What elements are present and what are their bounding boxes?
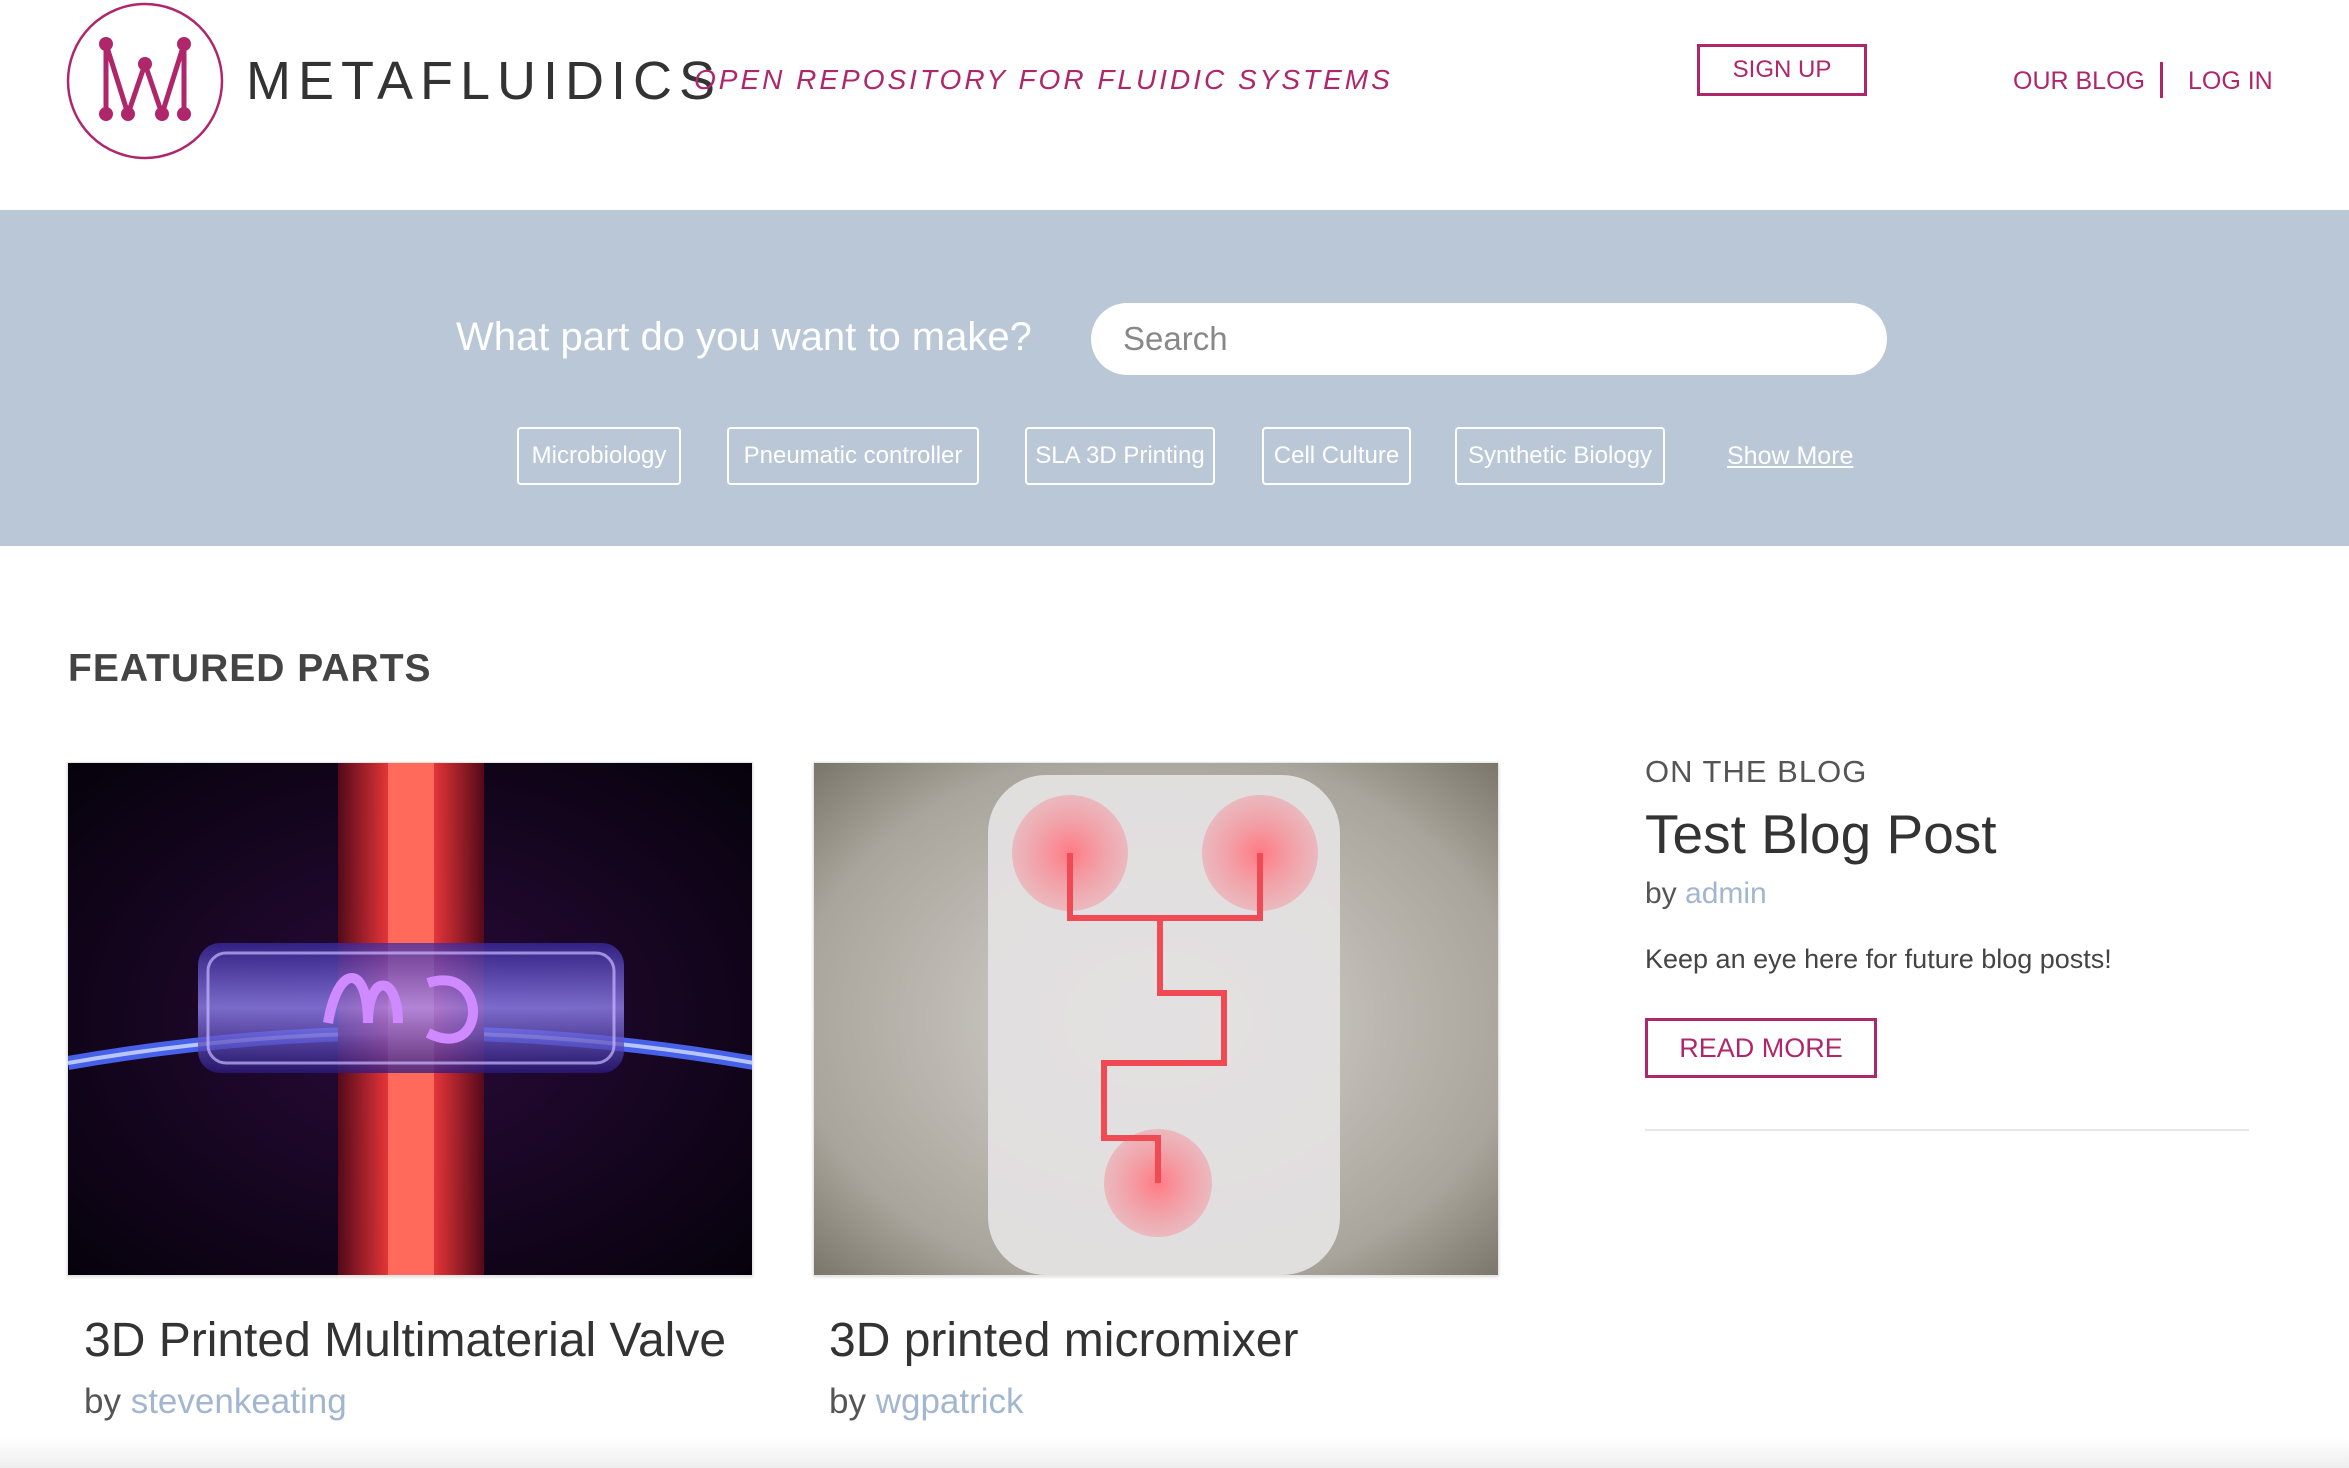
by-label: by [84, 1382, 121, 1421]
nav-divider [2160, 62, 2163, 98]
part-byline: by stevenkeating [84, 1380, 347, 1424]
search-section: What part do you want to make? Microbiol… [0, 210, 2349, 546]
tag-microbiology[interactable]: Microbiology [517, 427, 681, 485]
search-input[interactable] [1091, 303, 1887, 375]
nav-log-in-link[interactable]: LOG IN [2188, 66, 2273, 96]
show-more-tags-link[interactable]: Show More [1727, 442, 1853, 471]
micromixer-photo [814, 763, 1498, 1275]
search-prompt: What part do you want to make? [456, 315, 1032, 359]
page: METAFLUIDICS OPEN REPOSITORY FOR FLUIDIC… [0, 0, 2349, 1468]
blog-byline: by admin [1645, 875, 1767, 913]
blog-post-title[interactable]: Test Blog Post [1645, 800, 1997, 868]
tag-cell-culture[interactable]: Cell Culture [1262, 427, 1411, 485]
author-link[interactable]: stevenkeating [131, 1382, 347, 1421]
nav-our-blog-link[interactable]: OUR BLOG [2013, 66, 2145, 96]
brand-name[interactable]: METAFLUIDICS [246, 46, 722, 116]
brand-tagline: OPEN REPOSITORY FOR FLUIDIC SYSTEMS [694, 64, 1393, 95]
author-link[interactable]: wgpatrick [876, 1382, 1024, 1421]
tag-sla-3d-printing[interactable]: SLA 3D Printing [1025, 427, 1215, 485]
part-title[interactable]: 3D Printed Multimaterial Valve [84, 1310, 726, 1372]
part-image-micromixer[interactable] [813, 762, 1499, 1276]
by-label: by [1645, 877, 1677, 910]
tag-synthetic-biology[interactable]: Synthetic Biology [1455, 427, 1665, 485]
part-byline: by wgpatrick [829, 1380, 1024, 1424]
valve-photo [68, 763, 752, 1275]
featured-parts-heading: FEATURED PARTS [68, 647, 432, 690]
by-label: by [829, 1382, 866, 1421]
read-more-button[interactable]: READ MORE [1645, 1018, 1877, 1078]
tag-pneumatic-controller[interactable]: Pneumatic controller [727, 427, 979, 485]
site-header: METAFLUIDICS OPEN REPOSITORY FOR FLUIDIC… [0, 0, 2349, 210]
sign-up-button[interactable]: SIGN UP [1697, 44, 1867, 96]
on-the-blog-label: ON THE BLOG [1645, 754, 1868, 789]
part-image-multimaterial-valve[interactable] [67, 762, 753, 1276]
blog-excerpt: Keep an eye here for future blog posts! [1645, 944, 2112, 974]
part-title[interactable]: 3D printed micromixer [829, 1310, 1298, 1372]
blog-divider [1645, 1129, 2249, 1131]
page-bottom-edge [0, 1438, 2349, 1468]
blog-author-link[interactable]: admin [1685, 877, 1767, 910]
metafluidics-logo-icon[interactable] [66, 2, 224, 160]
